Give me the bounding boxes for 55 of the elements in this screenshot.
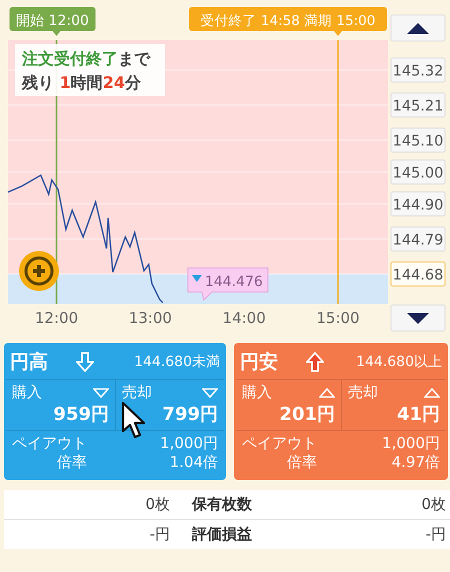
scroll-up-button[interactable] xyxy=(390,14,446,42)
strike-condition: 144.680未満 xyxy=(134,353,220,371)
time-axis-label: 14:00 xyxy=(222,309,266,327)
time-marker-label: 受付終了 14:58 満期 15:00 xyxy=(189,7,387,36)
time-axis-label: 13:00 xyxy=(128,309,172,327)
price-tooltip: 144.476 xyxy=(187,268,268,301)
payout-value: 1,000円 xyxy=(159,434,218,453)
rate-value: 1.04倍 xyxy=(168,453,218,472)
sell-button[interactable]: 売却 41円 xyxy=(341,380,446,430)
option-title: 円高 xyxy=(10,350,48,375)
holding-value: 0枚 xyxy=(421,495,446,514)
triangle-icon xyxy=(424,388,440,398)
add-button[interactable] xyxy=(19,251,59,291)
payout-label: ペイアウト xyxy=(242,434,317,453)
ref-line-label: 受付終了 14:58 満期 15:00 xyxy=(200,13,376,29)
price-axis-label: 145.32 xyxy=(390,57,446,82)
y-tick-label: 144.79 xyxy=(392,232,444,248)
ref-line-label: 開始 12:00 xyxy=(16,13,89,29)
holding-value: -円 xyxy=(148,525,170,544)
y-tick-label: 145.00 xyxy=(392,166,444,182)
holding-value: -円 xyxy=(426,525,446,544)
cursor-icon xyxy=(121,401,147,439)
payout-label: ペイアウト xyxy=(12,434,87,453)
price-axis-label: 144.90 xyxy=(390,191,446,216)
option-title: 円安 xyxy=(240,350,278,375)
y-tick-label: 145.32 xyxy=(392,63,444,80)
price-axis-label: 145.00 xyxy=(390,160,446,184)
up-arrow-icon xyxy=(306,352,324,372)
price-axis-label: 144.68 xyxy=(390,262,446,287)
holding-value: 0枚 xyxy=(144,495,170,514)
time-marker-label: 開始 12:00 xyxy=(10,7,96,36)
countdown-panel: 注文受付終了 まで 残り 1時間24分 xyxy=(15,44,165,96)
holding-label: 評価損益 xyxy=(190,525,253,544)
rate-value: 4.97倍 xyxy=(390,453,440,472)
price-axis-label: 144.79 xyxy=(390,226,446,252)
strike-condition: 144.680以上 xyxy=(356,353,442,371)
buy-button[interactable]: 購入 201円 xyxy=(236,380,341,430)
y-tick-label: 144.90 xyxy=(392,197,444,214)
rate-label: 倍率 xyxy=(286,453,317,472)
triangle-icon xyxy=(202,388,218,398)
time-axis-label: 15:00 xyxy=(316,309,360,327)
y-tick-label: 145.10 xyxy=(392,134,444,150)
down-arrow-icon xyxy=(76,352,94,372)
y-tick-label: 145.21 xyxy=(392,98,444,115)
scroll-down-button[interactable] xyxy=(390,304,446,332)
price-axis-label: 145.21 xyxy=(390,92,446,118)
payout-value: 1,000円 xyxy=(381,434,440,453)
price-axis-label: 145.10 xyxy=(390,128,446,153)
time-axis-label: 12:00 xyxy=(34,309,78,327)
triangle-icon xyxy=(93,388,109,398)
y-tick-label: 144.68 xyxy=(392,268,444,284)
holding-label: 保有枚数 xyxy=(190,495,253,514)
buy-button[interactable]: 購入 959円 xyxy=(6,380,115,430)
rate-label: 倍率 xyxy=(56,453,87,472)
triangle-icon xyxy=(319,388,335,398)
